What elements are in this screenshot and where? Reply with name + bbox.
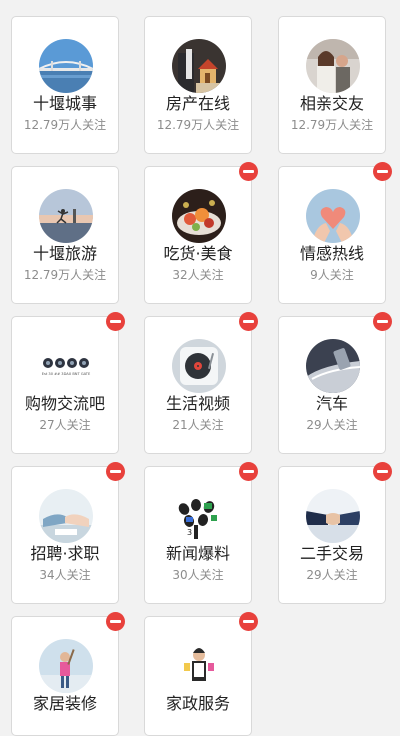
- business-handshake-photo-icon: [306, 489, 360, 543]
- shopping-badge-text: Est 30 ## 3DAX BNT GATE: [42, 372, 91, 376]
- follower-count: 32人关注: [172, 268, 224, 282]
- food-platter-photo-icon: [172, 189, 226, 243]
- group-title: 情感热线: [299, 244, 364, 263]
- record-player-icon: [172, 339, 226, 393]
- couple-photo-icon: [306, 39, 360, 93]
- remove-group-button[interactable]: [239, 312, 258, 331]
- group-card-emotion-hotline[interactable]: 情感热线 9人关注: [278, 162, 392, 304]
- car-photo-icon: [306, 339, 360, 393]
- follower-count: 34人关注: [39, 568, 91, 582]
- group-title: 家政服务: [165, 694, 230, 713]
- follower-count: 29人关注: [306, 418, 358, 432]
- remove-group-button[interactable]: [239, 612, 258, 631]
- group-card-foodie[interactable]: 吃货·美食 32人关注: [144, 162, 258, 304]
- remove-group-button[interactable]: [373, 312, 392, 331]
- remove-group-button[interactable]: [106, 462, 125, 481]
- follower-count: 12.79万人关注: [23, 268, 107, 282]
- group-title: 吃货·美食: [163, 244, 233, 263]
- remove-group-button[interactable]: [373, 462, 392, 481]
- group-title: 生活视频: [165, 394, 230, 413]
- group-card-car[interactable]: 汽车 29人关注: [278, 312, 392, 454]
- group-card-home-decoration[interactable]: 家居装修: [11, 612, 125, 736]
- follower-count: 27人关注: [39, 418, 91, 432]
- group-title: 二手交易: [299, 544, 364, 563]
- heart-hands-photo-icon: [306, 189, 360, 243]
- group-title: 招聘·求职: [30, 544, 100, 563]
- remove-group-button[interactable]: [106, 312, 125, 331]
- house-model-photo-icon: [172, 39, 226, 93]
- group-grid: 十堰城事 12.79万人关注 房产在线 12.79万人关注 相亲交友 12.79…: [0, 0, 400, 736]
- group-title: 汽车: [315, 394, 348, 413]
- remove-group-button[interactable]: [373, 162, 392, 181]
- cleaner-photo-icon: [172, 639, 226, 693]
- group-title: 十堰旅游: [32, 244, 97, 263]
- group-title: 购物交流吧: [24, 394, 105, 413]
- group-title: 房产在线: [165, 94, 230, 113]
- group-card-real-estate[interactable]: 房产在线 12.79万人关注: [144, 16, 252, 154]
- shopping-badges-icon: Est 30 ## 3DAX BNT GATE: [39, 339, 93, 393]
- follower-count: 12.79万人关注: [156, 118, 240, 132]
- follower-count: 9人关注: [310, 268, 354, 282]
- group-card-dating[interactable]: 相亲交友 12.79万人关注: [278, 16, 386, 154]
- handshake-desk-photo-icon: [39, 489, 93, 543]
- follower-count: 29人关注: [306, 568, 358, 582]
- follower-count: 21人关注: [172, 418, 224, 432]
- group-card-recruitment[interactable]: 招聘·求职 34人关注: [11, 462, 125, 604]
- group-title: 相亲交友: [299, 94, 364, 113]
- group-card-life-video[interactable]: 生活视频 21人关注: [144, 312, 258, 454]
- microphones-icon: 3: [172, 489, 226, 543]
- group-card-shiyan-city[interactable]: 十堰城事 12.79万人关注: [11, 16, 119, 154]
- remove-group-button[interactable]: [106, 612, 125, 631]
- sunset-jump-photo-icon: [39, 189, 93, 243]
- follower-count: 12.79万人关注: [23, 118, 107, 132]
- remove-group-button[interactable]: [239, 462, 258, 481]
- follower-count: 30人关注: [172, 568, 224, 582]
- group-title: 新闻爆料: [165, 544, 230, 563]
- bridge-photo-icon: [39, 39, 93, 93]
- group-card-second-hand[interactable]: 二手交易 29人关注: [278, 462, 392, 604]
- group-card-news-tips[interactable]: 3 新闻爆料 30人关注: [144, 462, 258, 604]
- group-card-shopping[interactable]: Est 30 ## 3DAX BNT GATE 购物交流吧 27人关注: [11, 312, 125, 454]
- group-title: 十堰城事: [32, 94, 97, 113]
- group-card-shiyan-travel[interactable]: 十堰旅游 12.79万人关注: [11, 166, 119, 304]
- painter-photo-icon: [39, 639, 93, 693]
- group-card-housekeeping[interactable]: 家政服务: [144, 612, 258, 736]
- svg-text:3: 3: [187, 528, 192, 537]
- follower-count: 12.79万人关注: [290, 118, 374, 132]
- remove-group-button[interactable]: [239, 162, 258, 181]
- group-title: 家居装修: [32, 694, 97, 713]
